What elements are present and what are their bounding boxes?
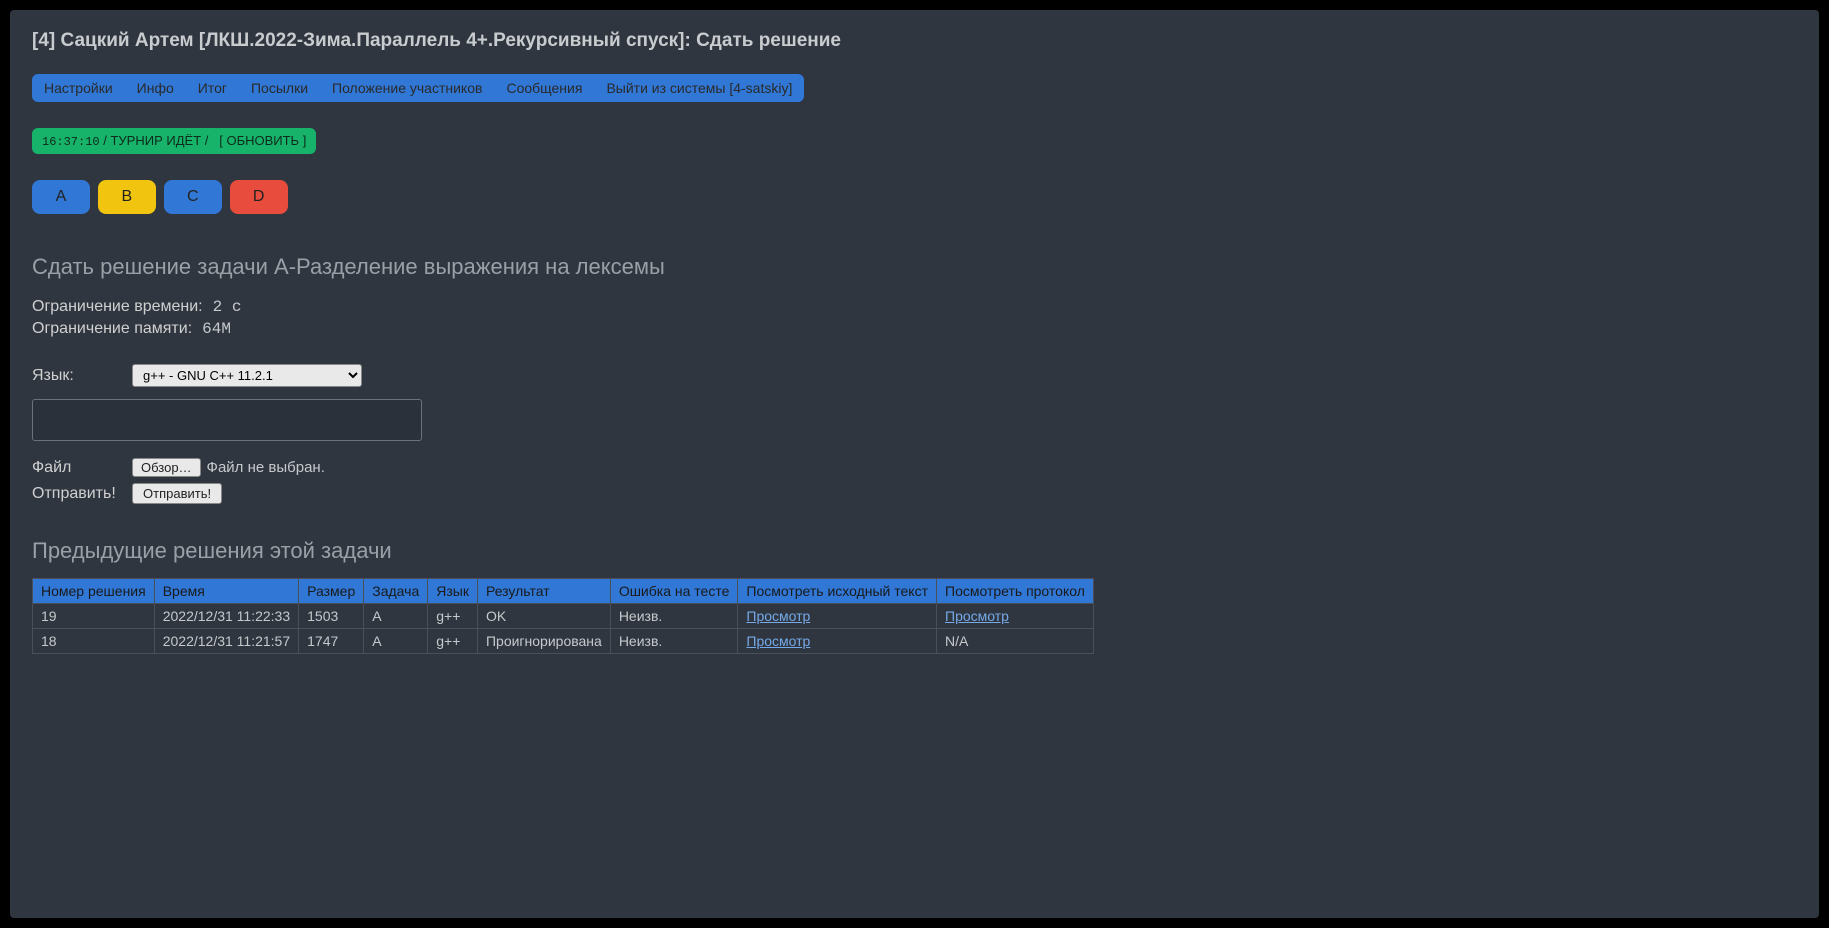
cell-time: 2022/12/31 11:22:33 — [154, 604, 298, 629]
col-lang: Язык — [428, 579, 478, 604]
cell-lang: g++ — [428, 629, 478, 654]
col-size: Размер — [299, 579, 364, 604]
nav-submissions[interactable]: Посылки — [239, 74, 320, 102]
cell-protocol-na: N/A — [937, 629, 1094, 654]
col-time: Время — [154, 579, 298, 604]
cell-run-id: 19 — [33, 604, 155, 629]
nav-standings[interactable]: Положение участников — [320, 74, 494, 102]
status-time: 16:37:10 — [42, 135, 100, 149]
problem-tab-b[interactable]: B — [98, 180, 156, 214]
mem-limit-label: Ограничение памяти: — [32, 320, 192, 338]
status-state: ТУРНИР ИДЁТ — [110, 133, 201, 148]
main-panel: [4] Сацкий Артем [ЛКШ.2022-Зима.Параллел… — [10, 10, 1819, 918]
problem-tabs: A B C D — [32, 180, 1797, 214]
cell-run-id: 18 — [33, 629, 155, 654]
cell-result: Проигнорирована — [477, 629, 610, 654]
view-protocol-link[interactable]: Просмотр — [945, 608, 1009, 624]
nav-settings[interactable]: Настройки — [32, 74, 125, 102]
nav-logout[interactable]: Выйти из системы [4-satskiy] — [594, 74, 804, 102]
cell-result: OK — [477, 604, 610, 629]
cell-err: Неизв. — [610, 604, 738, 629]
view-source-link[interactable]: Просмотр — [746, 608, 810, 624]
submit-label: Отправить! — [32, 485, 132, 503]
cell-lang: g++ — [428, 604, 478, 629]
view-source-link[interactable]: Просмотр — [746, 633, 810, 649]
table-row: 18 2022/12/31 11:21:57 1747 A g++ Проигн… — [33, 629, 1094, 654]
file-label: Файл — [32, 459, 132, 477]
submit-section-title: Сдать решение задачи A-Разделение выраже… — [32, 254, 1797, 280]
limits: Ограничение времени: 2 с Ограничение пам… — [32, 298, 1797, 338]
col-run-id: Номер решения — [33, 579, 155, 604]
time-limit-label: Ограничение времени: — [32, 298, 203, 316]
col-result: Результат — [477, 579, 610, 604]
status-refresh[interactable]: [ ОБНОВИТЬ ] — [219, 133, 306, 148]
time-limit-value: 2 с — [213, 298, 242, 316]
nav-result[interactable]: Итог — [186, 74, 239, 102]
col-protocol: Посмотреть протокол — [937, 579, 1094, 604]
cell-err: Неизв. — [610, 629, 738, 654]
file-status: Файл не выбран. — [207, 459, 325, 476]
problem-tab-a[interactable]: A — [32, 180, 90, 214]
previous-runs-table: Номер решения Время Размер Задача Язык Р… — [32, 578, 1094, 654]
cell-size: 1747 — [299, 629, 364, 654]
previous-section-title: Предыдущие решения этой задачи — [32, 538, 1797, 564]
lang-label: Язык: — [32, 367, 132, 385]
submit-button[interactable]: Отправить! — [132, 483, 222, 504]
main-nav: Настройки Инфо Итог Посылки Положение уч… — [32, 74, 804, 102]
page-title: [4] Сацкий Артем [ЛКШ.2022-Зима.Параллел… — [32, 30, 1797, 52]
problem-tab-c[interactable]: C — [164, 180, 222, 214]
cell-task: A — [364, 629, 428, 654]
status-sep1: / — [103, 133, 107, 148]
table-header-row: Номер решения Время Размер Задача Язык Р… — [33, 579, 1094, 604]
problem-tab-d[interactable]: D — [230, 180, 288, 214]
col-task: Задача — [364, 579, 428, 604]
table-row: 19 2022/12/31 11:22:33 1503 A g++ OK Неи… — [33, 604, 1094, 629]
col-source: Посмотреть исходный текст — [738, 579, 937, 604]
code-textarea[interactable] — [32, 399, 422, 441]
cell-time: 2022/12/31 11:21:57 — [154, 629, 298, 654]
mem-limit-value: 64M — [202, 320, 231, 338]
cell-size: 1503 — [299, 604, 364, 629]
file-browse-button[interactable]: Обзор… — [132, 458, 201, 477]
col-fail-test: Ошибка на тесте — [610, 579, 738, 604]
contest-status[interactable]: 16:37:10 / ТУРНИР ИДЁТ / [ ОБНОВИТЬ ] — [32, 128, 316, 154]
language-select[interactable]: g++ - GNU C++ 11.2.1 — [132, 364, 362, 387]
nav-messages[interactable]: Сообщения — [494, 74, 594, 102]
nav-info[interactable]: Инфо — [125, 74, 186, 102]
status-sep2: / — [205, 133, 209, 148]
cell-task: A — [364, 604, 428, 629]
